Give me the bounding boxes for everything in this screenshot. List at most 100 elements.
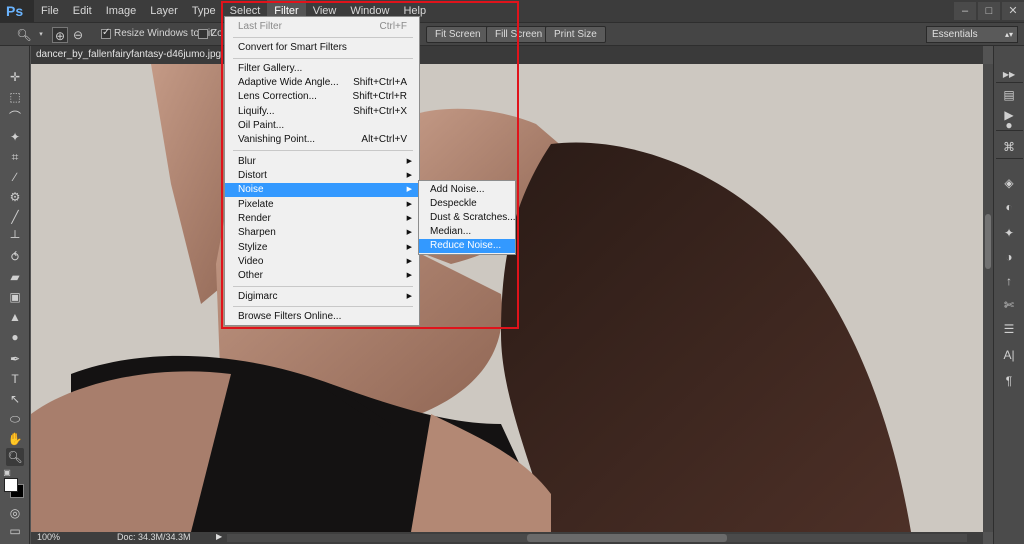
menu-item-last-filter[interactable]: Last Filter Ctrl+F <box>225 20 419 34</box>
zoom-level[interactable]: 100% <box>37 532 60 542</box>
clone-source-icon[interactable]: ✄ <box>1000 296 1018 314</box>
horizontal-scroll-thumb[interactable] <box>527 534 727 542</box>
menu-type[interactable]: Type <box>185 0 223 22</box>
menu-item-add-noise[interactable]: Add Noise... <box>419 183 515 197</box>
layers-icon[interactable]: ◈ <box>1000 174 1018 192</box>
submenu-arrow-icon: ▶ <box>406 215 412 222</box>
eyedropper-tool-icon[interactable]: ∕ <box>6 168 24 186</box>
color-icon[interactable]: ● <box>1000 116 1018 134</box>
blur-tool-icon[interactable]: ▲ <box>6 308 24 326</box>
menu-item-sharpen[interactable]: Sharpen ▶ <box>225 226 419 240</box>
shape-tool-icon[interactable]: ⬭ <box>6 410 24 428</box>
print-size-button[interactable]: Print Size <box>545 26 606 43</box>
zoom-out-icon[interactable]: ⊖ <box>70 27 86 43</box>
menu-file[interactable]: File <box>34 0 66 22</box>
photoshop-logo: Ps <box>0 0 34 22</box>
magic-wand-tool-icon[interactable]: ✦ <box>6 128 24 146</box>
chevron-updown-icon: ▴▾ <box>1004 30 1013 39</box>
move-tool-icon[interactable]: ✛ <box>6 68 24 86</box>
menu-item-render[interactable]: Render ▶ <box>225 212 419 226</box>
fill-screen-button[interactable]: Fill Screen <box>486 26 552 43</box>
brush-presets-icon[interactable]: ↑ <box>1000 272 1018 290</box>
zoom-tool-preset-icon[interactable]: 🔍︎ <box>16 27 32 43</box>
fit-screen-button[interactable]: Fit Screen <box>426 26 490 43</box>
vertical-scroll-thumb[interactable] <box>985 214 991 269</box>
menu-item-other[interactable]: Other ▶ <box>225 269 419 283</box>
document-title: dancer_by_fallenfairyfantasy-d46jumo.jpg… <box>36 49 248 60</box>
menu-edit[interactable]: Edit <box>66 0 99 22</box>
properties-icon[interactable]: ⌘ <box>1000 138 1018 156</box>
zoom-in-icon[interactable]: ⊕ <box>52 27 68 43</box>
last-filter-label: Last Filter <box>238 21 282 32</box>
menu-item-adaptive-wide-angle[interactable]: Adaptive Wide Angle... Shift+Ctrl+A <box>225 76 419 90</box>
liquify-shortcut: Shift+Ctrl+X <box>353 106 407 117</box>
status-menu-arrow-icon[interactable]: ▶ <box>216 532 222 541</box>
paths-icon[interactable]: ✦ <box>1000 224 1018 242</box>
menu-item-pixelate[interactable]: Pixelate ▶ <box>225 198 419 212</box>
screen-mode-icon[interactable]: ▭ <box>6 522 24 540</box>
vanishing-point-label: Vanishing Point... <box>238 134 316 145</box>
crop-tool-icon[interactable]: ⌗ <box>6 148 24 166</box>
vertical-scrollbar[interactable] <box>983 64 993 532</box>
menu-item-video[interactable]: Video ▶ <box>225 255 419 269</box>
clone-stamp-tool-icon[interactable]: ┴ <box>6 228 24 246</box>
menu-item-stylize[interactable]: Stylize ▶ <box>225 241 419 255</box>
stylize-label: Stylize <box>238 242 268 253</box>
tools-panel: ✛ ⬚ ⌒ ✦ ⌗ ∕ ⚙ ╱ ┴ ⥀ ▰ ▣ ▲ ● ✒ T ↖ ⬭ ✋ 🔍︎… <box>0 46 30 544</box>
paragraph-styles-icon[interactable]: ¶ <box>1000 372 1018 390</box>
foreground-color-swatch[interactable] <box>4 478 18 492</box>
gradient-tool-icon[interactable]: ▣ <box>6 288 24 306</box>
horizontal-scrollbar[interactable] <box>227 534 967 542</box>
healing-brush-tool-icon[interactable]: ⚙ <box>6 188 24 206</box>
options-bar: 🔍︎ ▾ ⊕ ⊖ Resize Windows to Fit Zo Fit Sc… <box>0 22 1024 46</box>
channels-icon[interactable]: ◐ <box>1000 198 1018 216</box>
paragraph-icon[interactable]: ☰ <box>1000 320 1018 338</box>
menu-item-despeckle[interactable]: Despeckle <box>419 197 515 211</box>
path-selection-tool-icon[interactable]: ↖ <box>6 390 24 408</box>
menu-item-blur[interactable]: Blur ▶ <box>225 155 419 169</box>
menu-item-convert-smart-filters[interactable]: Convert for Smart Filters <box>225 41 419 55</box>
resize-windows-checkbox[interactable] <box>101 27 111 39</box>
menu-item-distort[interactable]: Distort ▶ <box>225 169 419 183</box>
hand-tool-icon[interactable]: ✋ <box>6 430 24 448</box>
submenu-arrow-icon: ▶ <box>406 158 412 165</box>
menu-item-dust-scratches[interactable]: Dust & Scratches... <box>419 211 516 225</box>
document-canvas[interactable] <box>31 64 983 532</box>
workspace-select[interactable]: Essentials ▴▾ <box>926 26 1018 43</box>
menu-item-browse-filters-online[interactable]: Browse Filters Online... <box>225 310 419 324</box>
type-tool-icon[interactable]: T <box>6 370 24 388</box>
brush-tool-icon[interactable]: ╱ <box>6 208 24 226</box>
minimize-icon[interactable]: ‒ <box>954 2 976 20</box>
restore-icon[interactable]: □ <box>978 2 1000 20</box>
photo-image <box>31 64 983 532</box>
menu-item-digimarc[interactable]: Digimarc ▶ <box>225 290 419 304</box>
quick-mask-icon[interactable]: ◎ <box>6 504 24 522</box>
submenu-arrow-icon: ▶ <box>406 293 412 300</box>
pixelate-label: Pixelate <box>238 199 274 210</box>
vanishing-point-shortcut: Alt+Ctrl+V <box>361 134 407 145</box>
menu-bar: Ps File Edit Image Layer Type Select Fil… <box>0 0 1024 22</box>
menu-item-noise[interactable]: Noise ▶ <box>225 183 419 197</box>
menu-item-reduce-noise[interactable]: Reduce Noise... <box>419 239 515 253</box>
zoom-all-windows-checkbox[interactable] <box>198 29 208 39</box>
menu-item-vanishing-point[interactable]: Vanishing Point... Alt+Ctrl+V <box>225 133 419 147</box>
history-icon[interactable]: ▤ <box>1000 86 1018 104</box>
menu-item-liquify[interactable]: Liquify... Shift+Ctrl+X <box>225 105 419 119</box>
character-icon[interactable]: A| <box>1000 346 1018 364</box>
adjustments-icon[interactable]: ◑ <box>1000 248 1018 266</box>
close-icon[interactable]: ✕ <box>1002 2 1024 20</box>
menu-layer[interactable]: Layer <box>143 0 185 22</box>
pen-tool-icon[interactable]: ✒ <box>6 350 24 368</box>
menu-item-median[interactable]: Median... <box>419 225 515 239</box>
lasso-tool-icon[interactable]: ⌒ <box>6 108 24 126</box>
marquee-tool-icon[interactable]: ⬚ <box>6 88 24 106</box>
menu-image[interactable]: Image <box>99 0 144 22</box>
menu-item-filter-gallery[interactable]: Filter Gallery... <box>225 62 419 76</box>
chevron-down-icon[interactable]: ▾ <box>33 27 49 43</box>
eraser-tool-icon[interactable]: ▰ <box>6 268 24 286</box>
dodge-tool-icon[interactable]: ● <box>6 328 24 346</box>
menu-item-lens-correction[interactable]: Lens Correction... Shift+Ctrl+R <box>225 90 419 104</box>
history-brush-tool-icon[interactable]: ⥀ <box>6 248 24 266</box>
document-tab[interactable]: dancer_by_fallenfairyfantasy-d46jumo.jpg… <box>31 46 983 64</box>
menu-item-oil-paint[interactable]: Oil Paint... <box>225 119 419 133</box>
